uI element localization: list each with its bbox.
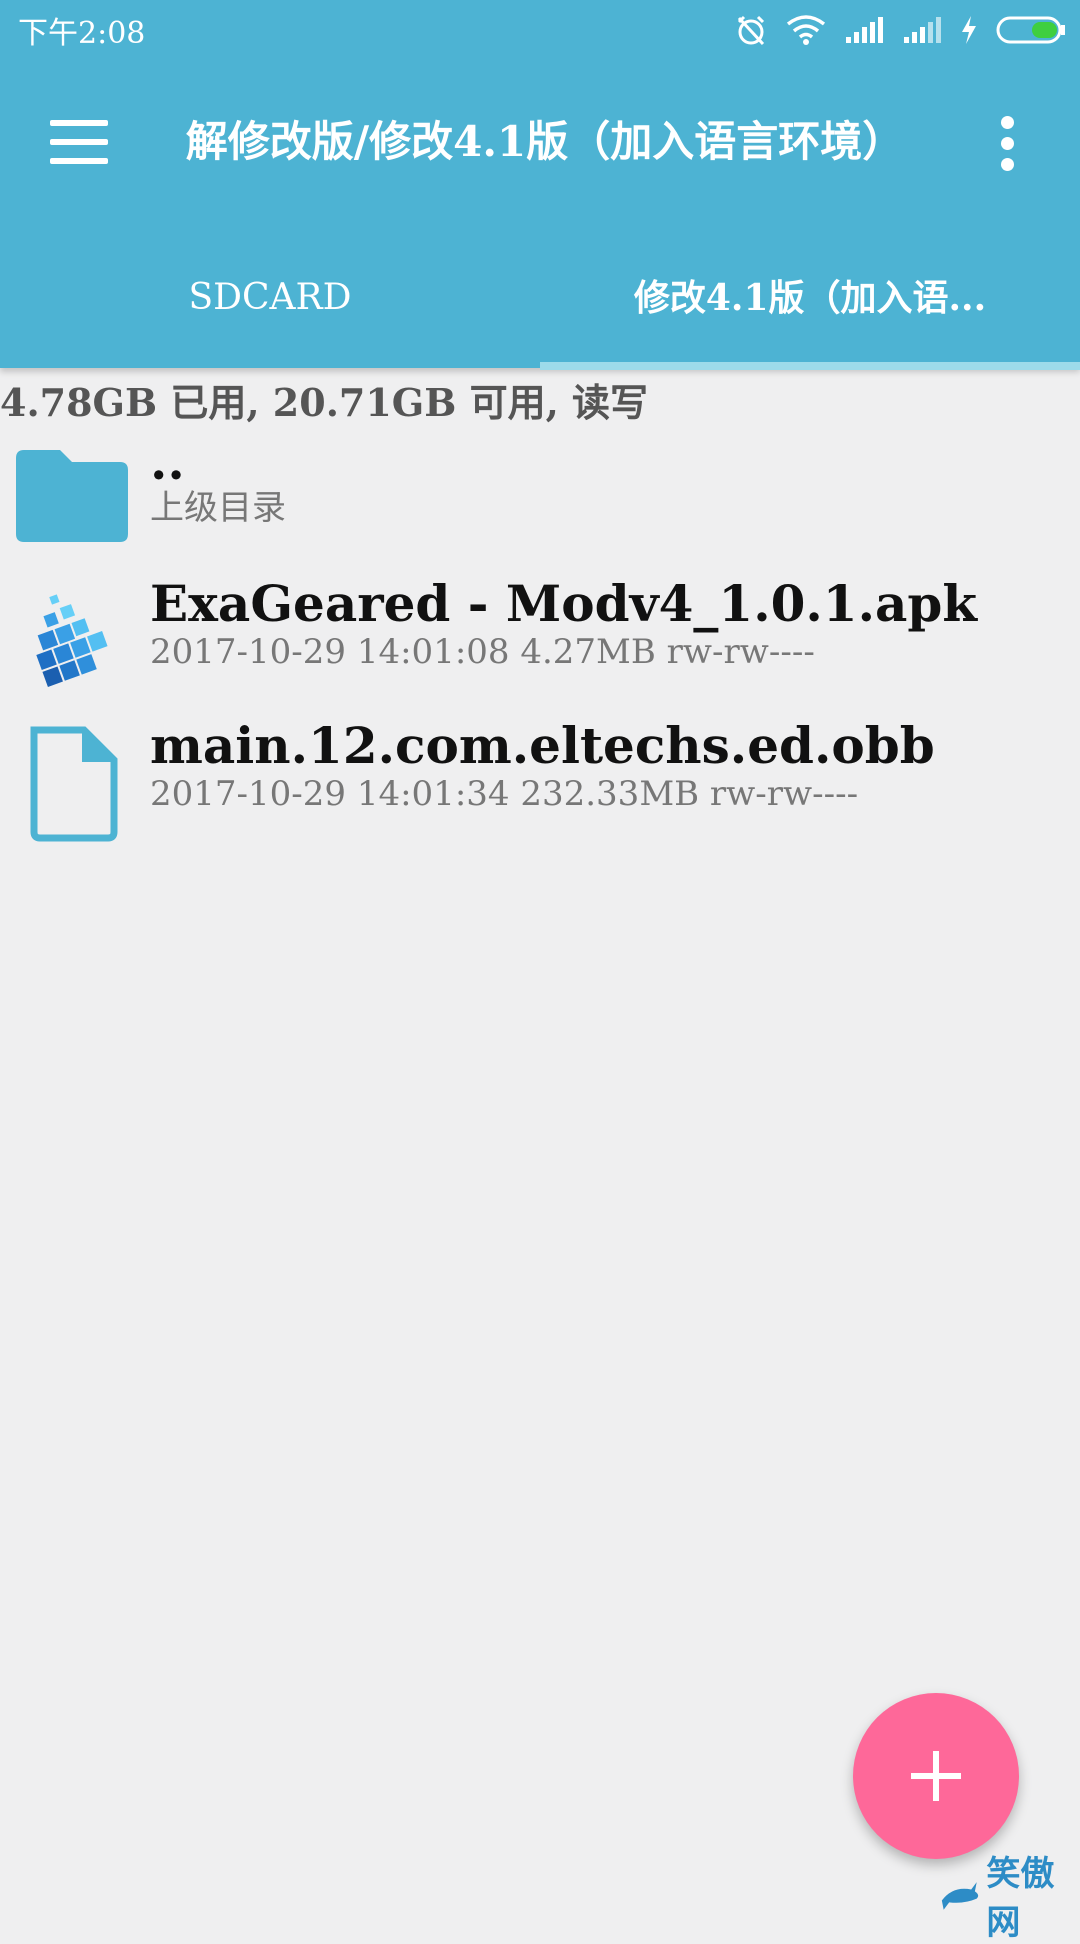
more-options-icon[interactable] [996, 116, 1020, 172]
battery-icon [996, 16, 1065, 44]
status-icons [734, 10, 1066, 50]
file-name: main.12.com.eltechs.ed.obb [150, 716, 935, 775]
signal-icon-2 [904, 17, 941, 43]
wifi-icon [786, 15, 826, 45]
apk-icon [36, 594, 108, 687]
list-item-obb[interactable]: main.12.com.eltechs.ed.obb 2017-10-29 14… [0, 714, 1080, 854]
storage-info: 4.78GB 已用, 20.71GB 可用, 读写 [0, 380, 649, 425]
file-icon [30, 726, 118, 842]
list-item-apk[interactable]: ExaGeared - Modv4_1.0.1.apk 2017-10-29 1… [0, 572, 1080, 712]
tab-sdcard[interactable]: SDCARD [0, 240, 540, 360]
file-name: ExaGeared - Modv4_1.0.1.apk [150, 574, 978, 633]
tab-bar: SDCARD 修改4.1版（加入语... [0, 240, 1080, 370]
add-button[interactable] [853, 1693, 1019, 1859]
app-bar: 下午2:08 解修改版/修改4.1版（加入语言环境） SDCARD 修改4.1版… [0, 0, 1080, 370]
alarm-off-icon [737, 15, 765, 46]
file-meta: 上级目录 [150, 488, 286, 528]
signal-icon-1 [846, 17, 883, 43]
charging-icon [962, 16, 976, 44]
toolbar: 解修改版/修改4.1版（加入语言环境） [0, 56, 1080, 226]
status-bar: 下午2:08 [0, 0, 1080, 56]
file-meta: 2017-10-29 14:01:08 4.27MB rw-rw---- [150, 632, 815, 672]
folder-icon [16, 450, 128, 542]
shark-logo-icon [941, 1882, 979, 1910]
tab-current-folder[interactable]: 修改4.1版（加入语... [540, 240, 1080, 360]
watermark-text: 笑傲网 [986, 1854, 1055, 1943]
watermark: 笑傲网 [940, 1854, 1080, 1943]
list-item-parent-folder[interactable]: .. 上级目录 [0, 430, 1080, 570]
file-meta: 2017-10-29 14:01:34 232.33MB rw-rw---- [150, 774, 859, 814]
tab-indicator [540, 362, 1080, 370]
page-title: 解修改版/修改4.1版（加入语言环境） [185, 117, 905, 166]
status-time: 下午2:08 [18, 16, 146, 51]
menu-icon[interactable] [50, 118, 116, 166]
